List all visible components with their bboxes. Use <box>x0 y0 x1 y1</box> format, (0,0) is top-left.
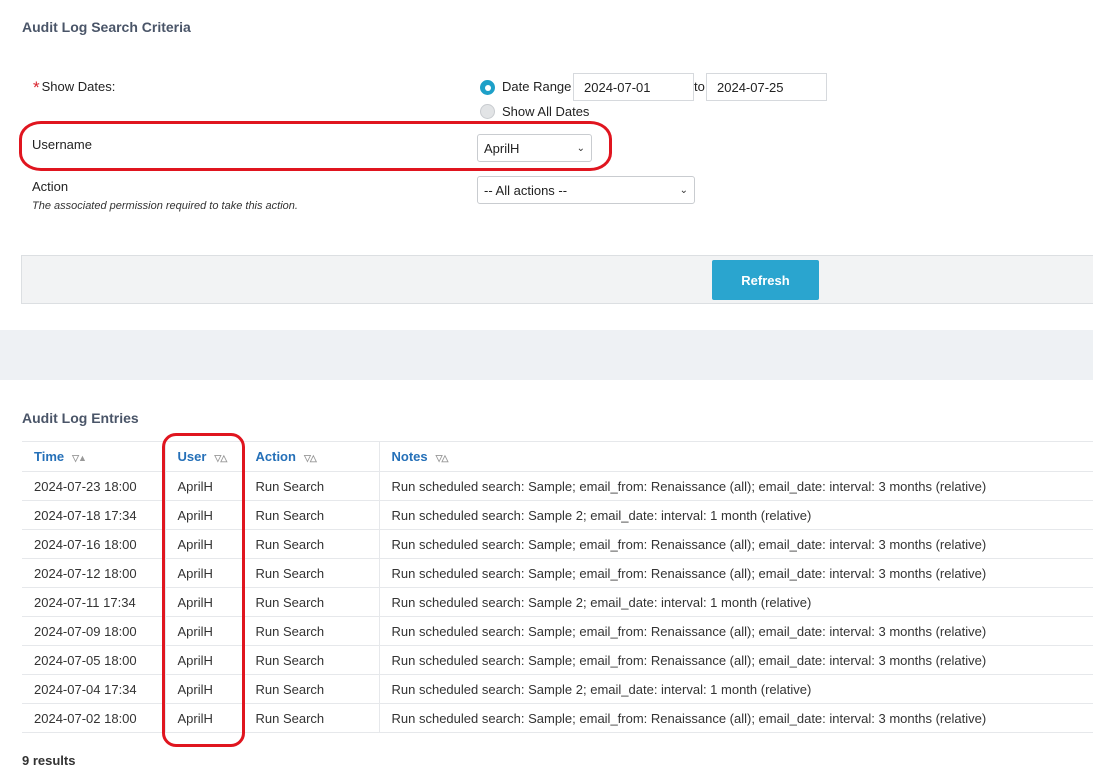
time-cell: 2024-07-02 18:00 <box>22 703 165 733</box>
show-dates-label: * Show Dates: <box>33 76 116 97</box>
time-cell: 2024-07-09 18:00 <box>22 616 165 646</box>
action-hint: The associated permission required to ta… <box>32 200 298 212</box>
section-divider <box>0 330 1093 380</box>
user-cell: AprilH <box>164 558 243 588</box>
user-cell: AprilH <box>164 587 243 617</box>
entries-title: Audit Log Entries <box>22 410 139 426</box>
table-row: 2024-07-09 18:00 AprilH Run Search Run s… <box>22 616 1093 646</box>
notes-cell: Run scheduled search: Sample 2; email_da… <box>378 674 1093 704</box>
show-all-dates-radio[interactable] <box>480 104 495 119</box>
action-cell: Run Search <box>242 529 379 559</box>
action-cell: Run Search <box>242 471 379 501</box>
action-cell: Run Search <box>242 616 379 646</box>
table-row: 2024-07-02 18:00 AprilH Run Search Run s… <box>22 703 1093 733</box>
column-header-label: Action <box>255 449 296 464</box>
user-cell: AprilH <box>164 500 243 530</box>
action-cell: Run Search <box>242 558 379 588</box>
table-row: 2024-07-16 18:00 AprilH Run Search Run s… <box>22 529 1093 559</box>
results-count: 9 results <box>22 753 76 768</box>
action-select-value: -- All actions -- <box>484 182 568 198</box>
action-cell: Run Search <box>242 500 379 530</box>
table-row: 2024-07-23 18:00 AprilH Run Search Run s… <box>22 471 1093 501</box>
date-range-radio[interactable] <box>480 80 495 95</box>
user-cell: AprilH <box>164 645 243 675</box>
sort-icon: ▽△ <box>214 453 227 463</box>
notes-cell: Run scheduled search: Sample; email_from… <box>378 558 1093 588</box>
action-label: Action <box>32 179 69 194</box>
user-cell: AprilH <box>164 674 243 704</box>
notes-cell: Run scheduled search: Sample; email_from… <box>378 471 1093 501</box>
table-header-row: Time ▽▲ User ▽△ Action ▽△ Notes ▽△ <box>22 441 1093 472</box>
sort-icon: ▽△ <box>303 453 317 463</box>
action-cell: Run Search <box>242 703 379 733</box>
action-cell: Run Search <box>242 587 379 617</box>
notes-cell: Run scheduled search: Sample; email_from… <box>378 616 1093 646</box>
date-to-input[interactable] <box>706 73 827 101</box>
refresh-button[interactable]: Refresh <box>712 260 819 300</box>
column-header-label: Time <box>34 449 65 464</box>
column-header-label: User <box>177 449 207 464</box>
username-select-value: AprilH <box>484 140 520 156</box>
username-label: Username <box>32 137 92 152</box>
notes-cell: Run scheduled search: Sample; email_from… <box>378 703 1093 733</box>
chevron-down-icon: ⌄ <box>576 142 585 154</box>
column-header-user[interactable]: User ▽△ <box>164 441 243 472</box>
user-cell: AprilH <box>164 616 243 646</box>
user-cell: AprilH <box>164 529 243 559</box>
table-row: 2024-07-05 18:00 AprilH Run Search Run s… <box>22 645 1093 675</box>
time-cell: 2024-07-16 18:00 <box>22 529 165 559</box>
user-cell: AprilH <box>164 703 243 733</box>
show-all-dates-label: Show All Dates <box>502 104 590 119</box>
table-row: 2024-07-11 17:34 AprilH Run Search Run s… <box>22 587 1093 617</box>
time-cell: 2024-07-23 18:00 <box>22 471 165 501</box>
column-header-time[interactable]: Time ▽▲ <box>22 441 165 472</box>
notes-cell: Run scheduled search: Sample; email_from… <box>378 529 1093 559</box>
user-cell: AprilH <box>164 471 243 501</box>
column-header-label: Notes <box>391 449 428 464</box>
sort-icon: ▽△ <box>435 453 449 463</box>
notes-cell: Run scheduled search: Sample 2; email_da… <box>378 500 1093 530</box>
table-row: 2024-07-12 18:00 AprilH Run Search Run s… <box>22 558 1093 588</box>
required-mark: * <box>33 78 40 97</box>
audit-log-table: Time ▽▲ User ▽△ Action ▽△ Notes ▽△ 2024-07-2… <box>22 441 1093 733</box>
notes-cell: Run scheduled search: Sample; email_from… <box>378 645 1093 675</box>
date-from-input[interactable] <box>573 73 694 101</box>
time-cell: 2024-07-12 18:00 <box>22 558 165 588</box>
username-select[interactable]: AprilH ⌄ <box>477 134 592 162</box>
criteria-title: Audit Log Search Criteria <box>22 19 191 35</box>
time-cell: 2024-07-04 17:34 <box>22 674 165 704</box>
table-row: 2024-07-18 17:34 AprilH Run Search Run s… <box>22 500 1093 530</box>
action-cell: Run Search <box>242 645 379 675</box>
action-cell: Run Search <box>242 674 379 704</box>
time-cell: 2024-07-05 18:00 <box>22 645 165 675</box>
time-cell: 2024-07-11 17:34 <box>22 587 165 617</box>
sort-icon: ▽▲ <box>72 453 87 463</box>
table-row: 2024-07-04 17:34 AprilH Run Search Run s… <box>22 674 1093 704</box>
to-label: to <box>694 79 705 94</box>
date-range-label: Date Range <box>502 79 572 94</box>
notes-cell: Run scheduled search: Sample 2; email_da… <box>378 587 1093 617</box>
column-header-action[interactable]: Action ▽△ <box>242 441 379 472</box>
column-header-notes[interactable]: Notes ▽△ <box>378 441 1093 472</box>
time-cell: 2024-07-18 17:34 <box>22 500 165 530</box>
action-select[interactable]: -- All actions -- ⌄ <box>477 176 695 204</box>
chevron-down-icon: ⌄ <box>679 184 688 196</box>
action-toolbar <box>21 255 1093 304</box>
show-dates-text: Show Dates: <box>41 79 116 94</box>
